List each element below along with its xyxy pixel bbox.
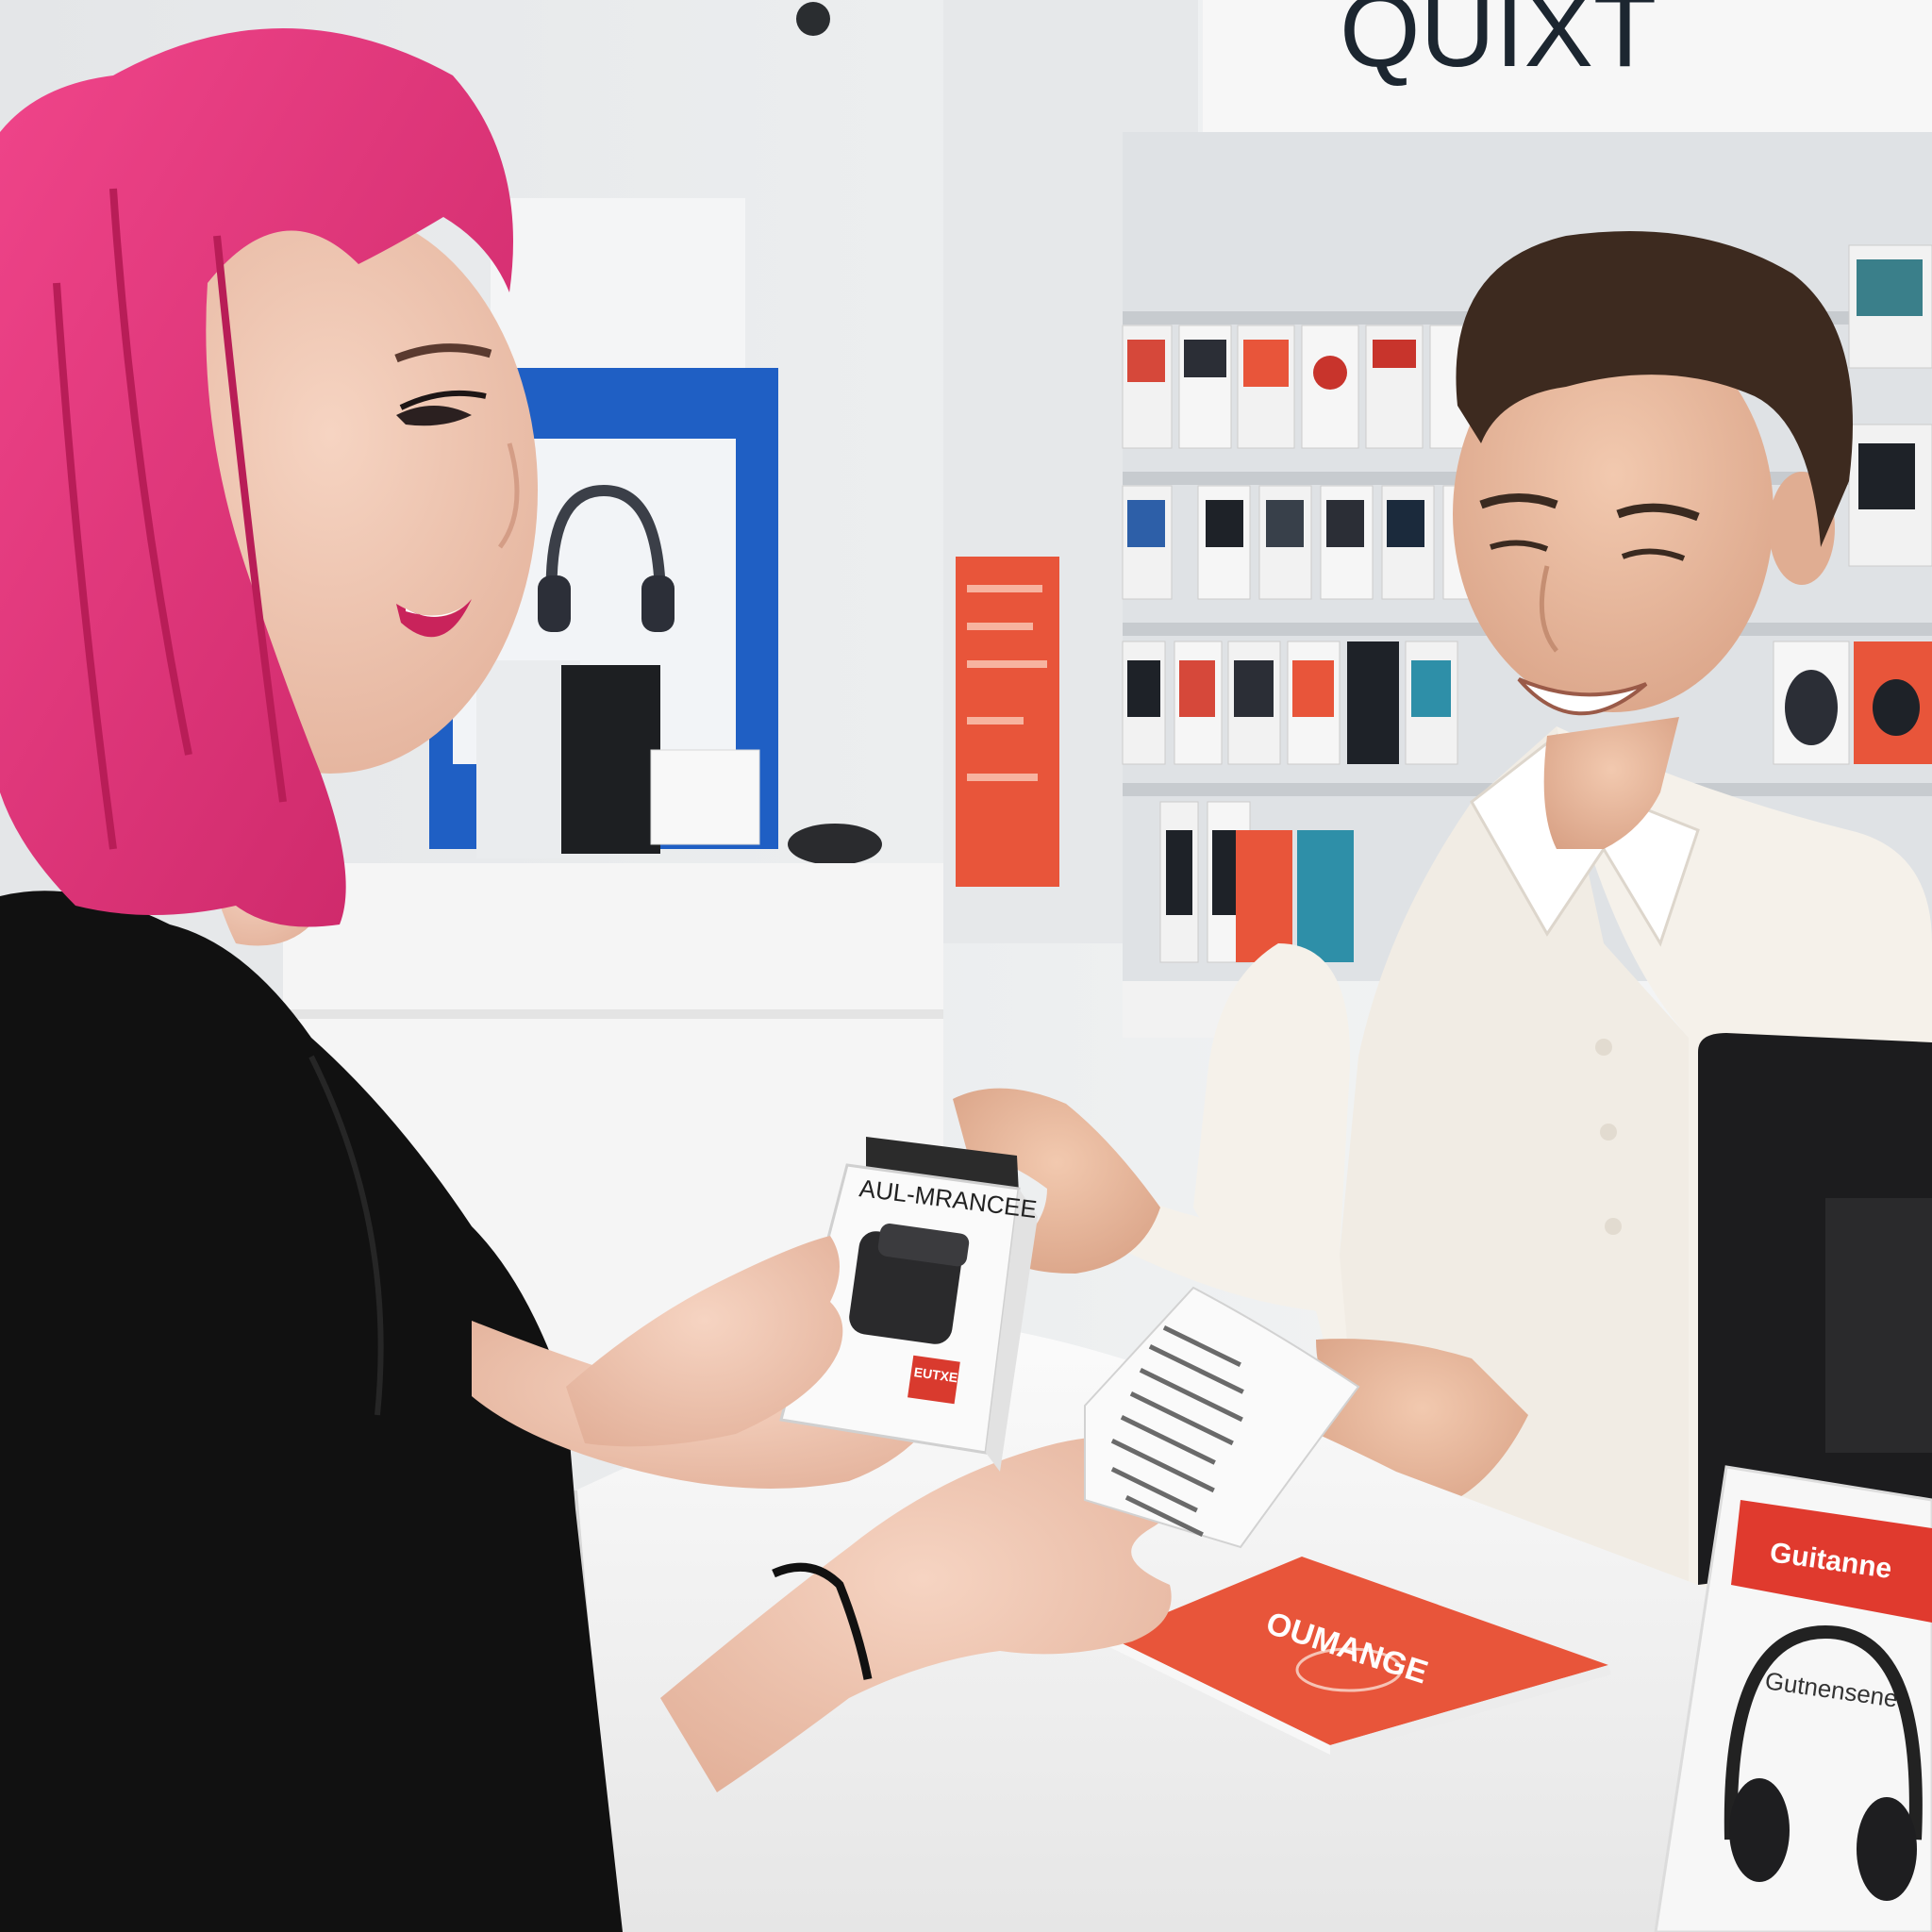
back-cabinet-shadow [283,1009,943,1019]
display-monitor [561,665,660,854]
display-card [650,749,760,845]
scene-illustration: QUIXT OUMANGE AUL-MRANCEE EUTXE Guitanne… [0,0,1932,1932]
security-camera-icon [796,2,830,36]
poster-earcup-right [641,575,675,632]
display-earcup-right [1857,1797,1917,1901]
register-stand [1825,1198,1932,1453]
store-sign: QUIXT [1340,0,1657,89]
poster-earcup-left [538,575,571,632]
photo-scene: QUIXT OUMANGE AUL-MRANCEE EUTXE Guitanne… [0,0,1932,1932]
mouse-device [788,824,882,865]
display-earcup-left [1729,1778,1790,1882]
